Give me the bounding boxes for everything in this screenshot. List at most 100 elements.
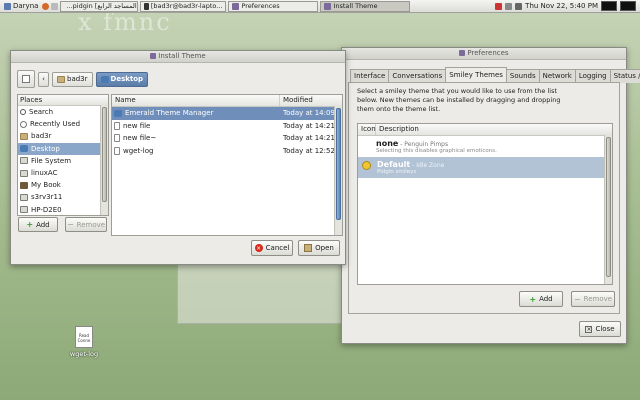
hamster-icon[interactable]	[51, 2, 59, 10]
install-theme-dialog: Install Theme ‹ bad3r Desktop Places Sea…	[10, 50, 346, 265]
scrollbar-thumb[interactable]	[336, 108, 341, 220]
places-item-hp[interactable]: HP-D2E0	[18, 204, 108, 216]
tab-logging[interactable]: Logging	[574, 69, 611, 83]
places-header: Places	[18, 95, 108, 106]
theme-remove-button[interactable]: − Remove	[571, 291, 615, 307]
drive-icon	[20, 157, 28, 165]
chevron-left-icon: ‹	[42, 75, 45, 83]
drive-icon	[20, 206, 28, 214]
places-item-linuxac[interactable]: linuxAC	[18, 167, 108, 179]
places-add-button[interactable]: + Add	[18, 217, 58, 232]
application-icon	[114, 109, 122, 117]
path-segment-home[interactable]: bad3r	[52, 71, 93, 87]
close-button[interactable]: × Close	[579, 321, 621, 337]
theme-row-default[interactable]: Default - Idle Zone Pidgin smileys	[358, 157, 612, 178]
user-menu[interactable]: Daryna	[0, 2, 42, 10]
pidgin-icon	[150, 53, 157, 59]
cancel-button[interactable]: × Cancel	[251, 240, 293, 256]
clock-icon	[20, 120, 27, 128]
column-modified[interactable]: Modified	[280, 95, 313, 106]
places-item-filesystem[interactable]: File System	[18, 155, 108, 167]
desktop-icon	[100, 75, 109, 83]
smiley-icon	[362, 161, 371, 170]
theme-list-scrollbar[interactable]	[604, 135, 612, 284]
top-panel: Daryna ...pidgin [المساجد الرابع] [bad3r…	[0, 0, 640, 13]
cancel-icon: ×	[254, 244, 263, 252]
firefox-icon[interactable]	[42, 2, 50, 10]
column-icon[interactable]: Icon	[358, 124, 376, 135]
file-row[interactable]: new file Today at 14:21	[112, 120, 342, 133]
preferences-titlebar[interactable]: Preferences	[342, 48, 626, 60]
smiley-themes-panel: Select a smiley theme that you would lik…	[348, 82, 620, 314]
tab-sounds[interactable]: Sounds	[505, 69, 540, 83]
file-icon	[114, 146, 120, 155]
places-scrollbar[interactable]	[100, 105, 108, 215]
column-description[interactable]: Description	[376, 124, 608, 135]
file-icon	[114, 134, 120, 143]
column-name[interactable]: Name	[112, 95, 280, 106]
scrollbar-thumb[interactable]	[606, 137, 611, 277]
places-item-desktop[interactable]: Desktop	[18, 142, 108, 155]
places-sidebar: Places Search Recently Used bad3r Deskto…	[17, 94, 109, 216]
places-item-s3rv3r11[interactable]: s3rv3r11	[18, 191, 108, 203]
file-icon	[114, 121, 120, 130]
desktop-icon-label: wget-log	[69, 350, 99, 358]
places-item-recent[interactable]: Recently Used	[18, 118, 108, 130]
tab-interface[interactable]: Interface	[350, 69, 390, 83]
file-row[interactable]: wget-log Today at 12:52	[112, 145, 342, 158]
places-remove-button[interactable]: − Remove	[65, 217, 107, 232]
tab-conversations[interactable]: Conversations	[388, 69, 447, 83]
plus-icon: +	[26, 220, 34, 229]
task-pidgin-chat[interactable]: ...pidgin [المساجد الرابع]	[60, 0, 139, 12]
terminal-icon	[144, 2, 149, 10]
clock[interactable]: Thu Nov 22, 5:40 PM	[525, 2, 598, 10]
pidgin-icon	[459, 50, 466, 56]
network-icon[interactable]	[505, 2, 513, 10]
path-segment-desktop[interactable]: Desktop	[95, 71, 149, 87]
open-folder-icon	[304, 244, 313, 252]
pidgin-icon	[324, 2, 332, 10]
close-icon: ×	[585, 325, 593, 333]
drag-ghost-window	[177, 262, 342, 324]
minus-icon: −	[573, 294, 581, 304]
task-preferences[interactable]: Preferences	[228, 0, 319, 12]
preferences-tabs: Interface Conversations Smiley Themes So…	[350, 67, 640, 83]
path-back-button[interactable]: ‹	[38, 71, 49, 87]
minus-icon: −	[66, 220, 74, 229]
tab-status-idle[interactable]: Status / Idle	[609, 69, 640, 83]
task-install-theme[interactable]: Install Theme	[320, 0, 411, 12]
file-list[interactable]: Name Modified Emerald Theme Manager Toda…	[111, 94, 343, 236]
user-name: Daryna	[13, 2, 39, 10]
volume-icon[interactable]	[515, 2, 523, 10]
text-file-icon: Read Conne	[75, 326, 93, 348]
pidgin-icon	[232, 2, 240, 10]
notification-icon[interactable]	[495, 2, 503, 10]
task-terminal[interactable]: [bad3r@bad3r-lapto...	[140, 0, 227, 12]
preferences-window: Preferences Interface Conversations Smil…	[341, 47, 640, 344]
theme-row-none[interactable]: none - Penguin Pimps Selecting this disa…	[358, 136, 612, 157]
search-icon	[20, 109, 26, 116]
desktop-file-wget-log[interactable]: Read Conne wget-log	[66, 326, 102, 358]
tab-network[interactable]: Network	[538, 69, 576, 83]
theme-list[interactable]: Icon Description none - Penguin Pimps Se…	[357, 123, 613, 285]
plus-icon: +	[529, 294, 537, 304]
cpu-graph	[601, 1, 617, 11]
places-item-search[interactable]: Search	[18, 106, 108, 118]
desktop-icon	[20, 145, 28, 153]
net-graph	[620, 1, 636, 11]
user-icon	[4, 2, 11, 10]
type-location-button[interactable]	[17, 70, 35, 88]
scrollbar-thumb[interactable]	[102, 107, 107, 202]
tab-smiley-themes[interactable]: Smiley Themes	[445, 67, 507, 83]
file-list-scrollbar[interactable]	[334, 106, 342, 235]
places-item-mybook[interactable]: My Book	[18, 179, 108, 191]
theme-add-button[interactable]: + Add	[519, 291, 563, 307]
file-row[interactable]: Emerald Theme Manager Today at 14:09	[112, 107, 342, 120]
drive-icon	[20, 169, 28, 177]
install-theme-titlebar[interactable]: Install Theme	[11, 51, 345, 63]
open-button[interactable]: Open	[298, 240, 340, 256]
drive-icon	[20, 193, 28, 201]
places-item-home[interactable]: bad3r	[18, 130, 108, 142]
home-folder-icon	[20, 132, 28, 140]
file-row[interactable]: new file~ Today at 14:21	[112, 132, 342, 145]
